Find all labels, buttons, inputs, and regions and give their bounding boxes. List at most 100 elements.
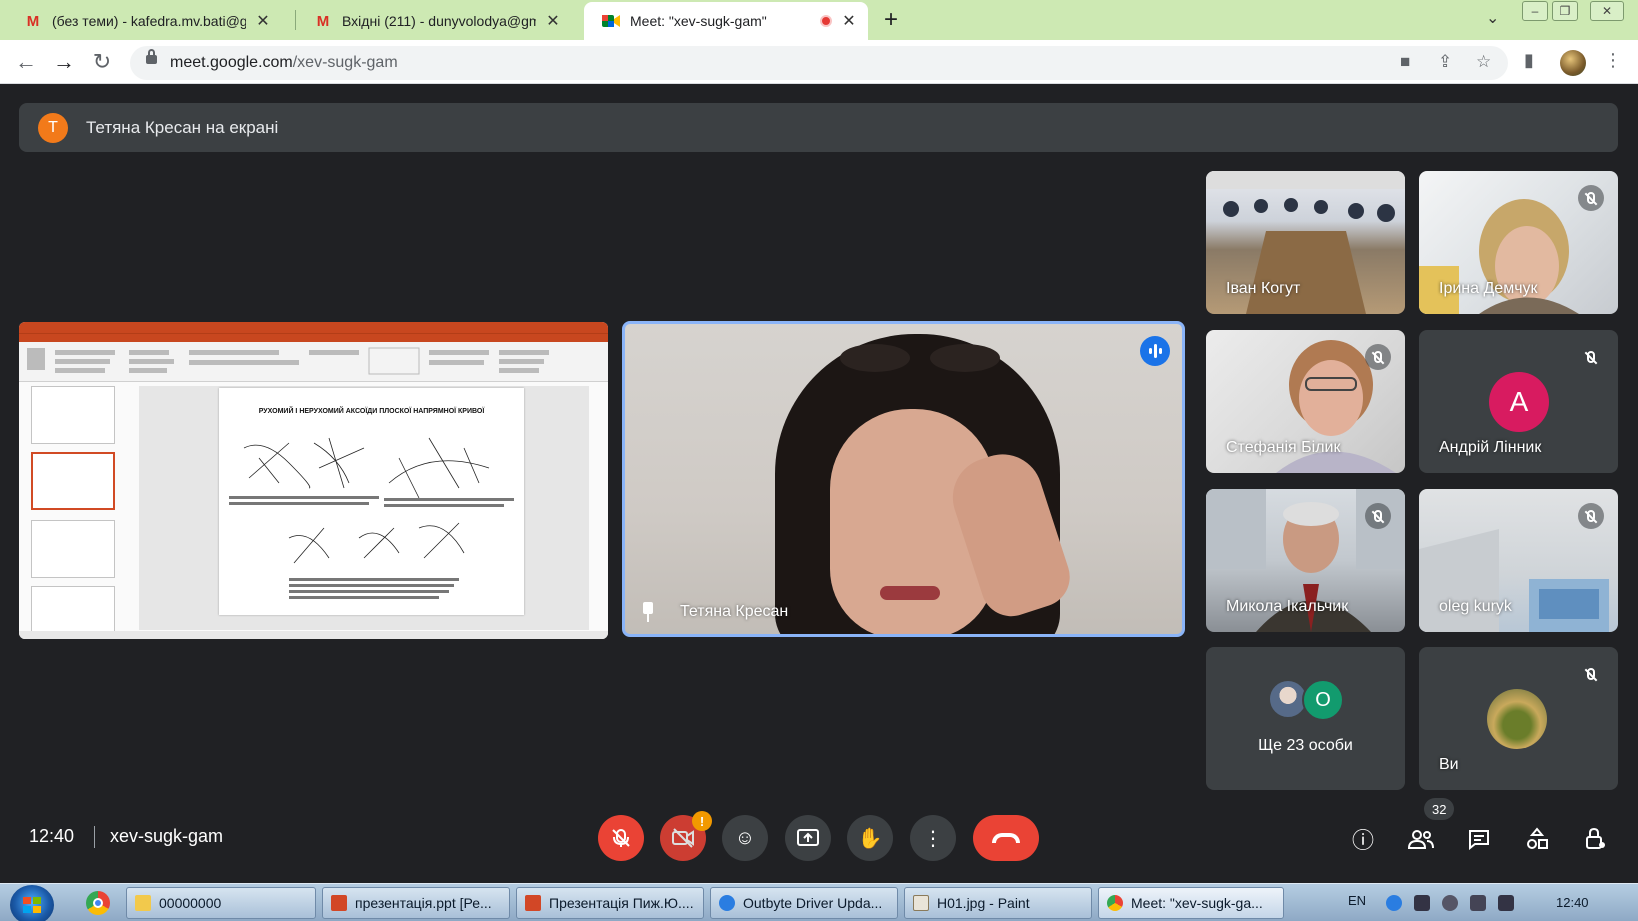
url-path: /xev-sugk-gam	[292, 54, 398, 71]
self-avatar	[1487, 689, 1547, 749]
self-view-tile[interactable]: Ви	[1419, 647, 1618, 790]
browser-tab-gmail-2[interactable]: M Вхідні (211) - dunyvolodya@gma ✕	[296, 2, 572, 40]
speaking-indicator-icon	[1140, 336, 1170, 366]
hand-icon: ✋	[857, 827, 883, 850]
side-panel-icon[interactable]: ▮	[1524, 50, 1534, 71]
browser-tab-strip: M (без теми) - kafedra.mv.bati@gm ✕ M Вх…	[0, 0, 1638, 40]
taskbar-button-label: презентація.ppt [Ре...	[355, 895, 492, 911]
ppt-thumbnail[interactable]	[31, 386, 115, 444]
muted-mic-icon	[1578, 344, 1604, 370]
chat-icon[interactable]	[1462, 822, 1496, 856]
new-tab-button[interactable]: +	[884, 6, 898, 34]
taskbar-clock[interactable]: 12:40	[1556, 895, 1589, 910]
taskbar-button-outbyte[interactable]: Outbyte Driver Upda...	[710, 887, 898, 919]
windows-taskbar: 00000000 презентація.ppt [Ре... Презента…	[0, 883, 1638, 921]
browser-menu-icon[interactable]: ⋮	[1604, 50, 1622, 71]
participant-name: Микола Ікальчик	[1226, 598, 1349, 615]
taskbar-button-powerpoint-2[interactable]: Презентація Пиж.Ю....	[516, 887, 704, 919]
taskbar-button-paint[interactable]: H01.jpg - Paint	[904, 887, 1092, 919]
tab-title: (без теми) - kafedra.mv.bati@gm	[52, 13, 246, 29]
restore-window-button[interactable]: ❐	[1552, 1, 1578, 21]
tab-title: Meet: "xev-sugk-gam"	[630, 13, 767, 29]
toggle-microphone-button[interactable]	[598, 815, 644, 861]
forward-arrow-icon[interactable]: →	[50, 48, 78, 76]
people-icon[interactable]	[1404, 822, 1438, 856]
folder-icon	[135, 895, 151, 911]
muted-mic-icon	[1578, 503, 1604, 529]
browser-toolbar: ← → ↻ meet.google.com/xev-sugk-gam ■ ⇪ ☆…	[0, 40, 1638, 84]
ppt-thumbnail[interactable]	[31, 520, 115, 578]
taskbar-button-chrome-meet[interactable]: Meet: "xev-sugk-ga...	[1098, 887, 1284, 919]
speaker-name: Тетяна Кресан	[680, 603, 789, 620]
tray-outbyte-icon[interactable]	[1386, 895, 1402, 911]
participant-tile[interactable]: oleg kuryk	[1419, 489, 1618, 632]
camera-in-use-icon[interactable]: ■	[1400, 52, 1410, 72]
tab-title: Вхідні (211) - dunyvolodya@gma	[342, 13, 536, 29]
gmail-icon: M	[26, 12, 40, 30]
camera-warning-badge: !	[692, 811, 712, 831]
meeting-details-info-icon[interactable]: ⓘ	[1346, 822, 1380, 856]
participant-tile[interactable]: A Андрій Лінник	[1419, 330, 1618, 473]
close-window-button[interactable]: ✕	[1590, 1, 1624, 21]
taskbar-button-label: Meet: "xev-sugk-ga...	[1131, 895, 1263, 911]
close-tab-icon[interactable]: ✕	[544, 11, 562, 31]
mic-off-icon	[612, 829, 630, 847]
profile-avatar[interactable]	[1560, 50, 1586, 76]
back-arrow-icon[interactable]: ←	[12, 48, 40, 76]
taskbar-button-label: Outbyte Driver Upda...	[743, 895, 883, 911]
participant-avatar: O	[1302, 679, 1344, 721]
speaker-lips	[880, 586, 940, 600]
tray-display-icon[interactable]	[1498, 895, 1514, 911]
muted-mic-icon	[1365, 503, 1391, 529]
tray-volume-icon[interactable]	[1470, 895, 1486, 911]
input-language-indicator[interactable]: EN	[1348, 893, 1366, 908]
browser-tab-meet[interactable]: Meet: "xev-sugk-gam" ✕	[584, 2, 868, 40]
tab-search-chevron-icon[interactable]: ⌄	[1486, 8, 1499, 28]
presenting-banner: T Тетяна Кресан на екрані	[19, 103, 1618, 152]
raise-hand-button[interactable]: ✋	[847, 815, 893, 861]
taskbar-button-powerpoint-1[interactable]: презентація.ppt [Ре...	[322, 887, 510, 919]
participant-name: Ірина Демчук	[1439, 280, 1538, 297]
host-controls-lock-icon[interactable]	[1578, 822, 1612, 856]
reload-icon[interactable]: ↻	[88, 48, 116, 76]
participant-tile[interactable]: Микола Ікальчик	[1206, 489, 1405, 632]
tray-network-icon[interactable]	[1442, 895, 1458, 911]
share-icon[interactable]: ⇪	[1438, 52, 1452, 72]
ppt-slide-thumbnails	[25, 386, 135, 639]
ppt-ribbon	[19, 342, 608, 382]
close-tab-icon[interactable]: ✕	[840, 11, 858, 31]
pin-icon[interactable]	[641, 602, 655, 624]
more-options-button[interactable]: ⋮	[910, 815, 956, 861]
activities-icon[interactable]	[1520, 822, 1554, 856]
participant-tile[interactable]: Іван Когут	[1206, 171, 1405, 314]
self-name: Ви	[1439, 756, 1459, 773]
close-tab-icon[interactable]: ✕	[254, 11, 272, 31]
meeting-clock: 12:40	[29, 826, 75, 846]
minimize-window-button[interactable]: –	[1522, 1, 1548, 21]
participant-tile[interactable]: Стефанія Білик	[1206, 330, 1405, 473]
leave-call-button[interactable]	[973, 815, 1039, 861]
present-screen-button[interactable]	[785, 815, 831, 861]
bookmark-star-icon[interactable]: ☆	[1476, 52, 1491, 72]
participant-tile[interactable]: Ірина Демчук	[1419, 171, 1618, 314]
participant-name: oleg kuryk	[1439, 598, 1512, 615]
more-participants-tile[interactable]: O Ще 23 особи	[1206, 647, 1405, 790]
ppt-menu-bar	[19, 333, 608, 342]
paint-icon	[913, 895, 929, 911]
reactions-button[interactable]: ☺	[722, 815, 768, 861]
more-participants-label: Ще 23 особи	[1258, 737, 1353, 754]
url-host: meet.google.com	[170, 54, 293, 71]
tray-monitor-icon[interactable]	[1414, 895, 1430, 911]
chrome-pinned-icon[interactable]	[86, 891, 110, 915]
start-button[interactable]	[10, 885, 54, 921]
meeting-code: xev-sugk-gam	[110, 826, 224, 846]
muted-mic-icon	[1578, 185, 1604, 211]
address-bar[interactable]: meet.google.com/xev-sugk-gam ■ ⇪ ☆	[130, 46, 1508, 80]
ppt-slide: РУХОМИЙ І НЕРУХОМИЙ АКСОЇДИ ПЛОСКОЇ НАПР…	[219, 388, 524, 615]
active-speaker-tile[interactable]: Тетяна Кресан	[622, 321, 1185, 637]
ppt-thumbnail-selected[interactable]	[31, 452, 115, 510]
screen-share-tile[interactable]: РУХОМИЙ І НЕРУХОМИЙ АКСОЇДИ ПЛОСКОЇ НАПР…	[19, 322, 608, 639]
browser-tab-gmail-1[interactable]: M (без теми) - kafedra.mv.bati@gm ✕	[6, 2, 282, 40]
taskbar-button-folder[interactable]: 00000000	[126, 887, 316, 919]
powerpoint-icon	[525, 895, 541, 911]
